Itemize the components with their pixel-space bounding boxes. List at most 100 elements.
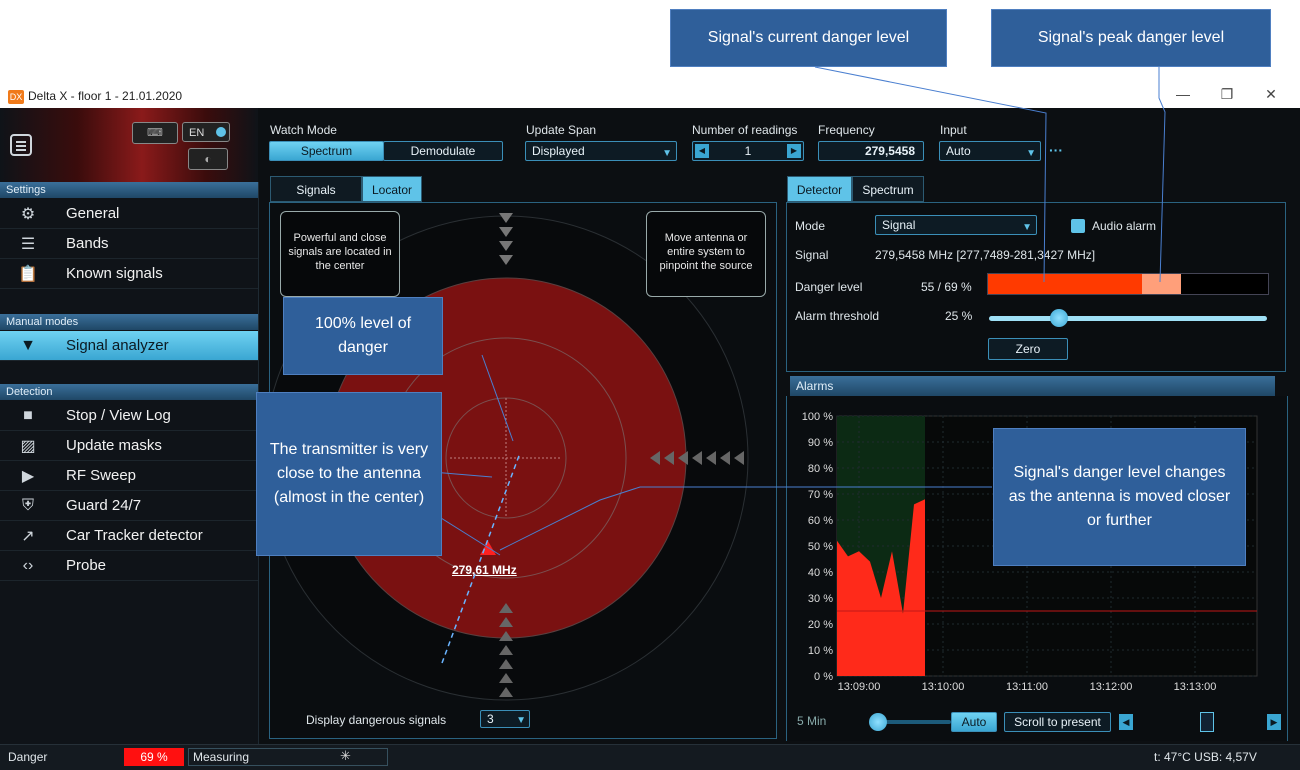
increment-icon[interactable]: ▶ [787,144,801,158]
auto-button[interactable]: Auto [951,712,997,732]
clipboard-icon: 📋 [18,265,38,283]
tab-detector[interactable]: Detector [787,176,852,202]
y-tick-label: 70 % [808,489,833,501]
span-slider[interactable] [869,713,951,731]
danger-level-value: 55 / 69 % [921,280,972,294]
sidebar-item-probe[interactable]: ‹› Probe [0,551,258,581]
section-manual-modes: Manual modes [0,314,258,330]
watch-mode-label: Watch Mode [270,123,337,137]
watch-mode-demodulate[interactable]: Demodulate [383,141,503,161]
threshold-value: 25 % [945,309,973,323]
theme-toggle-icon[interactable]: ◐ [188,148,228,170]
scroll-to-present-button[interactable]: Scroll to present [1004,712,1111,732]
hint-left: Powerful and close signals are located i… [280,211,400,297]
tab-signals[interactable]: Signals [270,176,362,202]
callout-peak-level: Signal's peak danger level [991,9,1271,67]
frequency-label: Frequency [818,123,875,137]
sidebar-item-car-tracker[interactable]: ↗ Car Tracker detector [0,521,258,551]
sidebar-item-known-signals[interactable]: 📋 Known signals [0,259,258,289]
hamburger-menu-icon[interactable] [10,134,32,156]
zero-button[interactable]: Zero [988,338,1068,360]
y-tick-label: 100 % [802,411,833,423]
scroll-left-icon[interactable]: ◀ [1119,714,1133,730]
y-tick-label: 20 % [808,619,833,631]
sidebar-item-label: Probe [66,557,107,574]
sidebar-item-label: Car Tracker detector [66,527,203,544]
danger-level-label: Danger level [795,280,863,294]
sidebar-item-label: Update masks [66,437,162,454]
x-tick-label: 13:12:00 [1090,681,1133,693]
threshold-slider[interactable] [989,309,1267,327]
chevron-down-icon: ▼ [516,715,526,726]
threshold-label: Alarm threshold [795,309,880,323]
callout-hundred-percent: 100% level of danger [283,297,443,375]
sidebar-item-label: Stop / View Log [66,407,171,424]
close-button[interactable]: ✕ [1256,86,1286,103]
audio-alarm-label: Audio alarm [1092,219,1157,233]
gear-icon: ⚙ [20,205,36,223]
x-tick-label: 13:11:00 [1006,681,1048,693]
x-tick-label: 13:09:00 [838,681,881,693]
tab-spectrum[interactable]: Spectrum [852,176,924,202]
app-logo-icon: DX [8,90,24,104]
y-tick-label: 90 % [808,437,833,449]
callout-transmitter-close: The transmitter is very close to the ant… [256,392,442,556]
sidebar-item-label: General [66,205,120,222]
more-options-icon[interactable]: ··· [1049,142,1063,158]
mode-value: Signal [882,218,916,232]
sidebar-item-rf-sweep[interactable]: ▶ RF Sweep [0,461,258,491]
danger-level-bar [987,273,1269,295]
scroll-thumb[interactable] [1200,712,1214,732]
window-titlebar: DX Delta X - floor 1 - 21.01.2020 — ❐ ✕ [0,86,1300,108]
audio-alarm-checkbox[interactable] [1071,219,1085,233]
section-settings: Settings [0,182,258,198]
status-danger-value: 69 % [124,748,184,766]
display-dangerous-select[interactable]: 3 ▼ [480,710,530,728]
span-slider-thumb[interactable] [869,713,887,731]
language-select[interactable]: EN [182,122,230,142]
sidebar-item-stop-view-log[interactable]: ■ Stop / View Log [0,401,258,431]
section-detection: Detection [0,384,258,400]
readings-label: Number of readings [692,123,798,137]
minimize-button[interactable]: — [1168,86,1198,102]
readings-stepper[interactable]: ◀ 1 ▶ [692,141,804,161]
sidebar-item-update-masks[interactable]: ▨ Update masks [0,431,258,461]
mode-select[interactable]: Signal ▼ [875,215,1037,235]
update-span-select[interactable]: Displayed ▼ [525,141,677,161]
mode-label: Mode [795,219,826,233]
threshold-slider-thumb[interactable] [1049,309,1068,327]
play-icon: ▶ [21,467,35,485]
chevron-down-icon [216,127,226,137]
display-dangerous-label: Display dangerous signals [306,713,447,727]
restore-button[interactable]: ❐ [1212,86,1242,103]
chevron-down-icon: ▼ [1022,222,1032,233]
watch-mode-spectrum[interactable]: Spectrum [269,141,384,161]
callout-current-level: Signal's current danger level [670,9,947,67]
input-label: Input [940,123,967,137]
keyboard-icon[interactable]: ⌨ [132,122,178,144]
callout-level-changes: Signal's danger level changes as the ant… [993,428,1246,566]
frequency-input[interactable]: 279,5458 [818,141,924,161]
input-select[interactable]: Auto ▼ [939,141,1041,161]
sidebar-item-signal-analyzer[interactable]: ▼ Signal analyzer [0,331,258,361]
antenna-icon: ▼ [20,336,36,354]
language-label: EN [189,127,205,139]
shield-icon: ⛨ [21,496,34,514]
scroll-right-icon[interactable]: ▶ [1267,714,1281,730]
chevron-down-icon: ▼ [662,148,672,159]
sidebar-item-label: Signal analyzer [66,337,169,354]
locator-signal-label[interactable]: 279,61 MHz [452,563,517,577]
sidebar-header: ⌨ EN ◐ [0,108,258,182]
tab-locator[interactable]: Locator [362,176,422,202]
detector-panel: Mode Signal ▼ Audio alarm Signal 279,545… [786,202,1286,372]
signal-value: 279,5458 MHz [277,7489-281,3427 MHz] [875,248,1096,262]
window-title: Delta X - floor 1 - 21.01.2020 [28,89,183,103]
span-label: 5 Min [797,714,827,728]
sidebar-item-guard[interactable]: ⛨ Guard 24/7 [0,491,258,521]
y-tick-label: 30 % [808,593,833,605]
sidebar-item-label: Guard 24/7 [66,497,142,514]
chevron-down-icon: ▼ [1026,148,1036,159]
sidebar-item-label: RF Sweep [66,467,137,484]
sidebar-item-general[interactable]: ⚙ General [0,199,258,229]
sidebar-item-bands[interactable]: ☰ Bands [0,229,258,259]
